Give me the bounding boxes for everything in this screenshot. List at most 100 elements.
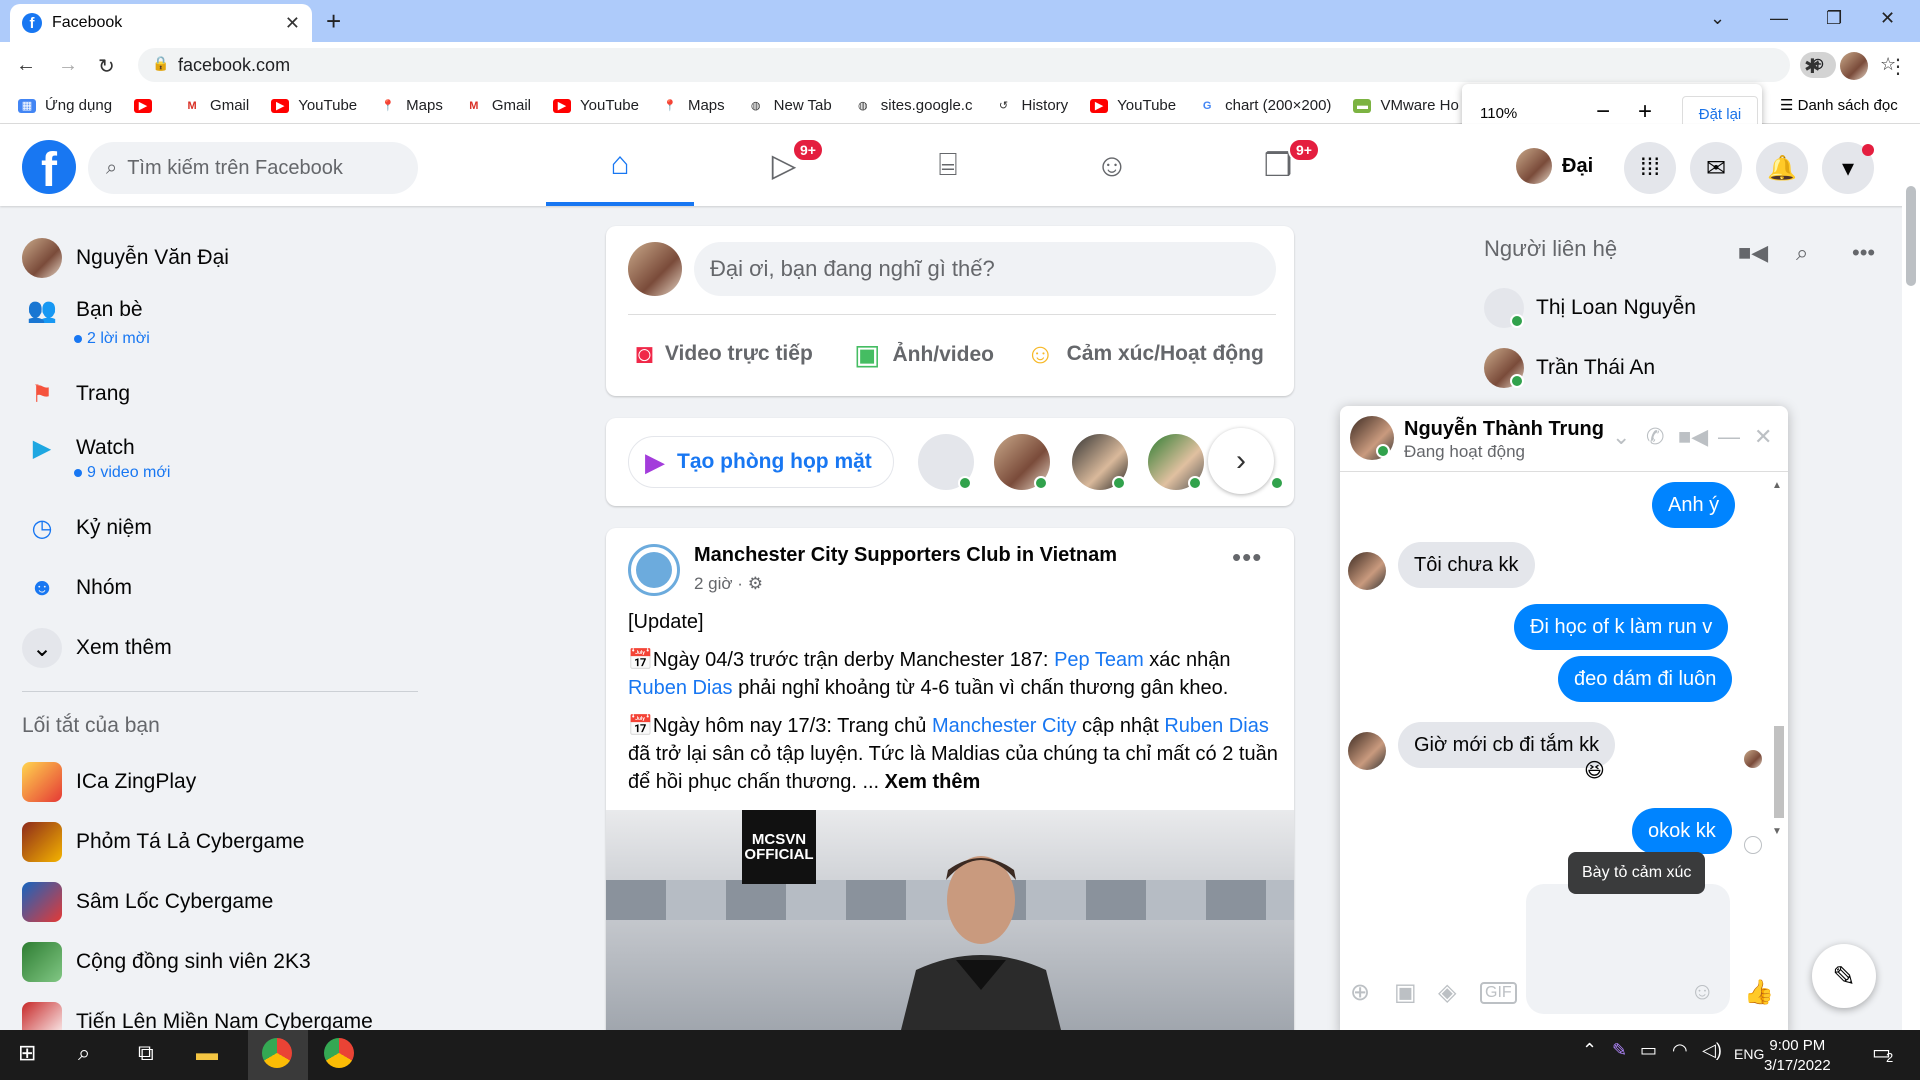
live-video-button[interactable]: ◙ Video trực tiếp: [636, 338, 813, 370]
post-link[interactable]: Pep Team: [1054, 649, 1144, 671]
chat-name[interactable]: Nguyễn Thành Trung: [1404, 418, 1604, 441]
message-outgoing[interactable]: okok kk: [1632, 808, 1732, 854]
bookmark-history[interactable]: ↺ History: [994, 97, 1068, 114]
shortcut-item[interactable]: ICa ZingPlay: [22, 762, 196, 802]
close-chat-icon[interactable]: ✕: [1754, 424, 1772, 450]
notifications-button[interactable]: 🔔: [1756, 142, 1808, 194]
bookmark-sites[interactable]: ◍ sites.google.c: [853, 97, 972, 114]
sidebar-item-profile[interactable]: Nguyễn Văn Đại: [22, 238, 229, 278]
reading-list-button[interactable]: ☰ Danh sách đọc: [1780, 96, 1898, 114]
file-explorer-icon[interactable]: ▬: [196, 1040, 218, 1066]
bookmark-gmail[interactable]: M Gmail: [464, 97, 531, 114]
extensions-icon[interactable]: ✱: [1804, 54, 1821, 79]
message-outgoing[interactable]: đeo dám đi luôn: [1558, 656, 1733, 702]
chevron-up-icon[interactable]: ⌃: [1582, 1040, 1597, 1061]
composer-input[interactable]: Đại ơi, bạn đang nghĩ gì thế?: [694, 242, 1276, 296]
tab-gaming[interactable]: ❒: [1204, 124, 1352, 206]
shortcut-item[interactable]: Phỏm Tá Lả Cybergame: [22, 822, 304, 862]
search-icon[interactable]: ⌕: [78, 1040, 90, 1066]
chevron-down-icon[interactable]: ⌄: [1612, 424, 1630, 450]
bookmark-new-tab[interactable]: ◍ New Tab: [746, 97, 832, 114]
facebook-logo-icon[interactable]: f: [22, 140, 76, 194]
plus-circle-icon[interactable]: ⊕: [1350, 978, 1370, 1007]
post-link[interactable]: Ruben Dias: [1164, 715, 1269, 737]
new-tab-icon[interactable]: +: [326, 8, 341, 34]
zoom-in-icon[interactable]: +: [1638, 98, 1652, 126]
video-call-icon[interactable]: ■◀: [1738, 240, 1768, 266]
messenger-button[interactable]: ✉: [1690, 142, 1742, 194]
sidebar-item-watch[interactable]: ▶ Watch: [22, 428, 135, 468]
tab-marketplace[interactable]: ⌸: [874, 124, 1022, 206]
browser-tab[interactable]: f Facebook ✕: [10, 4, 312, 42]
scroll-thumb[interactable]: [1774, 726, 1784, 818]
task-view-icon[interactable]: ⧉: [138, 1040, 154, 1066]
message-incoming[interactable]: Giờ mới cb đi tắm kk: [1398, 722, 1616, 768]
pen-icon[interactable]: ✎: [1612, 1040, 1627, 1061]
forward-icon[interactable]: →: [58, 54, 78, 77]
chat-scrollbar[interactable]: ▲ ▼: [1772, 476, 1786, 1036]
windows-start-icon[interactable]: ⊞: [18, 1040, 36, 1066]
close-tab-icon[interactable]: ✕: [285, 13, 300, 34]
sticker-icon[interactable]: ◈: [1438, 978, 1456, 1007]
volume-icon[interactable]: ◁): [1702, 1040, 1722, 1061]
battery-icon[interactable]: ▭: [1640, 1040, 1657, 1061]
gif-icon[interactable]: GIF: [1480, 982, 1517, 1004]
scroll-up-icon[interactable]: ▲: [1772, 480, 1782, 491]
zoom-out-icon[interactable]: −: [1596, 98, 1610, 126]
shortcut-item[interactable]: Sâm Lốc Cybergame: [22, 882, 273, 922]
post-time[interactable]: 2 giờ · ⚙: [694, 574, 763, 594]
feeling-button[interactable]: ☺ Cảm xúc/Hoạt động: [1026, 338, 1264, 370]
post-link[interactable]: Ruben Dias: [628, 677, 733, 699]
chat-header[interactable]: Nguyễn Thành Trung Đang hoạt động ⌄ ✆ ■◀…: [1340, 406, 1788, 472]
more-options-icon[interactable]: •••: [1852, 240, 1875, 266]
message-incoming[interactable]: Tôi chưa kk: [1398, 542, 1535, 588]
page-avatar[interactable]: [628, 544, 680, 596]
bookmark-chart[interactable]: Gchart (200×200): [1198, 97, 1331, 114]
message-outgoing[interactable]: Đi học of k làm run v: [1514, 604, 1729, 650]
profile-shortcut[interactable]: Đại: [1516, 144, 1593, 188]
tab-search-icon[interactable]: ⌄: [1710, 8, 1725, 29]
bookmark-vmware[interactable]: ▬ VMware Ho: [1353, 97, 1459, 114]
scroll-down-icon[interactable]: ▼: [1772, 826, 1782, 837]
page-scrollbar[interactable]: [1902, 186, 1920, 1030]
post-image[interactable]: MCSVN OFFICIAL: [606, 810, 1294, 1048]
new-message-button[interactable]: ✎: [1812, 944, 1876, 1008]
maximize-icon[interactable]: ❐: [1826, 8, 1842, 29]
bookmark-apps[interactable]: ▦ Ứng dụng: [18, 97, 112, 114]
minimize-chat-icon[interactable]: —: [1718, 424, 1740, 450]
chrome-icon[interactable]: [324, 1038, 354, 1068]
sidebar-item-groups[interactable]: ☻ Nhóm: [22, 568, 132, 608]
post-author[interactable]: Manchester City Supporters Club in Vietn…: [694, 544, 1117, 567]
message-outgoing[interactable]: Anh ý: [1652, 482, 1736, 528]
browser-menu-icon[interactable]: ⋮: [1888, 54, 1908, 79]
friends-sub[interactable]: 2 lời mời: [74, 330, 150, 348]
bookmark-youtube[interactable]: ▶ YouTube: [1090, 97, 1176, 114]
post-link[interactable]: Manchester City: [932, 715, 1077, 737]
emoji-icon[interactable]: ☺: [1690, 978, 1715, 1006]
video-call-icon[interactable]: ■◀: [1678, 424, 1708, 450]
search-icon[interactable]: ⌕: [1796, 240, 1808, 266]
contact-item[interactable]: Trần Thái An: [1484, 348, 1655, 388]
tab-home[interactable]: ⌂: [546, 124, 694, 206]
see-more-link[interactable]: Xem thêm: [885, 771, 981, 793]
clock[interactable]: 9:00 PM 3/17/2022: [1764, 1036, 1831, 1076]
photo-video-button[interactable]: ▣ Ảnh/video: [854, 338, 994, 371]
more-options-icon[interactable]: •••: [1232, 542, 1262, 573]
image-icon[interactable]: ▣: [1394, 978, 1417, 1007]
close-window-icon[interactable]: ✕: [1880, 8, 1895, 29]
sidebar-item-friends[interactable]: 👥 Bạn bè: [22, 290, 143, 330]
bookmark-youtube[interactable]: ▶ YouTube: [271, 97, 357, 114]
laugh-reaction-icon[interactable]: 😆: [1584, 758, 1605, 783]
minimize-icon[interactable]: —: [1770, 8, 1788, 29]
browser-profile-avatar[interactable]: [1840, 52, 1868, 80]
shortcut-item[interactable]: Cộng đồng sinh viên 2K3: [22, 942, 311, 982]
watch-sub[interactable]: 9 video mới: [74, 464, 170, 482]
bookmark-youtube[interactable]: ▶: [134, 98, 161, 113]
tab-watch[interactable]: ▷: [710, 124, 858, 206]
like-icon[interactable]: 👍: [1744, 978, 1774, 1007]
facebook-search-input[interactable]: ⌕ Tìm kiếm trên Facebook: [88, 142, 418, 194]
chevron-right-icon[interactable]: ›: [1208, 428, 1274, 494]
bookmark-maps[interactable]: 📍 Maps: [379, 97, 443, 114]
create-room-button[interactable]: ▶ Tạo phòng họp mặt: [628, 436, 894, 488]
back-icon[interactable]: ←: [16, 54, 36, 77]
